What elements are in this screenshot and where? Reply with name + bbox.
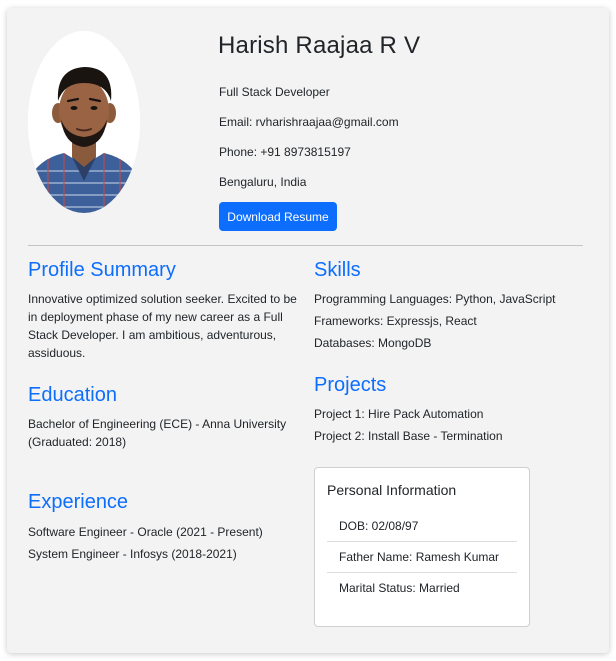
experience-item: Software Engineer - Oracle (2021 - Prese… xyxy=(28,525,263,539)
person-name: Harish Raajaa R V xyxy=(218,32,421,59)
profile-summary-heading: Profile Summary xyxy=(28,259,176,281)
phone-text: Phone: +91 8973815197 xyxy=(219,145,351,159)
personal-info-dob: DOB: 02/08/97 xyxy=(339,518,419,533)
download-resume-button[interactable]: Download Resume xyxy=(219,202,337,231)
job-title: Full Stack Developer xyxy=(219,85,330,99)
project-item: Project 2: Install Base - Termination xyxy=(314,429,503,443)
project-item: Project 1: Hire Pack Automation xyxy=(314,407,484,421)
experience-item: System Engineer - Infosys (2018-2021) xyxy=(28,547,237,561)
skills-item: Programming Languages: Python, JavaScrip… xyxy=(314,292,556,306)
skills-item: Databases: MongoDB xyxy=(314,336,432,350)
profile-photo-illustration xyxy=(28,31,140,213)
personal-info-marital-status: Marital Status: Married xyxy=(327,572,517,603)
personal-information-heading: Personal Information xyxy=(327,482,457,498)
projects-heading: Projects xyxy=(314,374,387,396)
email-text: Email: rvharishraajaa@gmail.com xyxy=(219,115,399,129)
location-text: Bengaluru, India xyxy=(219,175,307,189)
education-heading: Education xyxy=(28,384,117,406)
personal-information-card: Personal Information DOB: 02/08/97 Fathe… xyxy=(314,467,530,627)
skills-item: Frameworks: Expressjs, React xyxy=(314,314,477,328)
personal-info-father-name: Father Name: Ramesh Kumar xyxy=(327,541,517,572)
profile-summary-text: Innovative optimized solution seeker. Ex… xyxy=(28,292,297,360)
header-divider xyxy=(28,245,583,246)
experience-heading: Experience xyxy=(28,491,129,513)
education-text: Bachelor of Engineering (ECE) - Anna Uni… xyxy=(28,417,287,449)
skills-heading: Skills xyxy=(314,259,361,281)
profile-photo xyxy=(28,31,140,213)
resume-card: Harish Raajaa R V Full Stack Developer E… xyxy=(7,8,609,653)
